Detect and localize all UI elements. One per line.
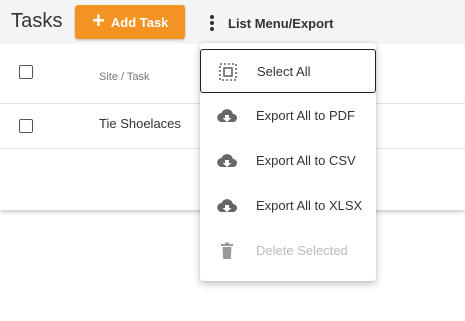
list-menu-label: List Menu/Export <box>228 15 334 31</box>
cloud-download-icon <box>216 106 238 126</box>
page-title: Tasks <box>11 10 63 32</box>
cloud-download-icon <box>216 196 238 216</box>
list-menu-export-button[interactable]: List Menu/Export <box>210 12 333 34</box>
menu-item-export-xlsx[interactable]: Export All to XLSX <box>200 184 376 228</box>
add-task-button[interactable]: + Add Task <box>75 5 185 39</box>
menu-item-delete-selected[interactable]: Delete Selected <box>200 229 376 273</box>
menu-item-label: Delete Selected <box>256 243 348 258</box>
row-checkbox[interactable] <box>19 119 33 133</box>
menu-item-label: Export All to PDF <box>256 108 355 123</box>
list-menu-dropdown: Select All Export All to PDF Export All … <box>200 43 376 281</box>
menu-item-export-pdf[interactable]: Export All to PDF <box>200 94 376 138</box>
column-header-site-task[interactable]: Site / Task <box>99 71 150 83</box>
menu-item-export-csv[interactable]: Export All to CSV <box>200 139 376 183</box>
menu-item-select-all[interactable]: Select All <box>200 49 376 93</box>
toolbar: Tasks + Add Task List Menu/Export <box>0 0 465 44</box>
more-vertical-icon <box>210 15 214 31</box>
plus-icon: + <box>92 8 105 33</box>
menu-item-label: Export All to CSV <box>256 153 356 168</box>
add-task-label: Add Task <box>110 14 169 30</box>
table-row-task[interactable]: Tie Shoelaces <box>99 116 181 131</box>
select-all-checkbox[interactable] <box>19 65 33 79</box>
menu-item-label: Export All to XLSX <box>256 198 363 213</box>
select-all-icon <box>217 62 239 82</box>
cloud-download-icon <box>216 151 238 171</box>
menu-item-label: Select All <box>257 64 311 79</box>
trash-icon <box>216 241 238 261</box>
